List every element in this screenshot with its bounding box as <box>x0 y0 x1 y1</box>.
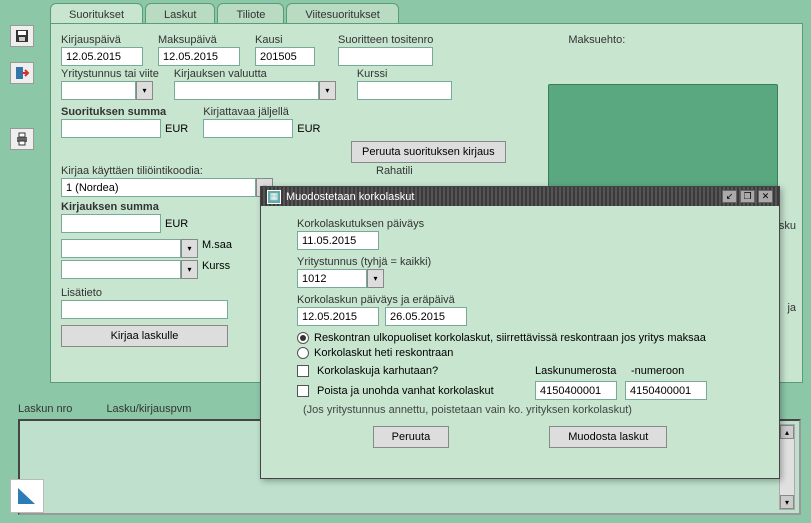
kurss-input[interactable] <box>61 260 181 279</box>
label-ja: ja <box>787 302 796 314</box>
dialog-ok-button[interactable]: Muodosta laskut <box>549 426 667 448</box>
ssuma-input[interactable] <box>61 119 161 138</box>
kirjauspv-input[interactable] <box>61 47 143 66</box>
label-maksuehto: Maksuehto: <box>568 34 625 46</box>
peruuta-kirjaus-button[interactable]: Peruuta suorituksen kirjaus <box>351 141 506 163</box>
scroll-up-icon[interactable]: ▴ <box>780 425 794 439</box>
label-kurss: Kurss <box>202 260 230 279</box>
check-karhutaan-label: Korkolaskuja karhutaan? <box>317 365 527 377</box>
list-scrollbar[interactable]: ▴ ▾ <box>779 424 795 510</box>
msaa-input[interactable] <box>61 239 181 258</box>
label-to: -numeroon <box>631 365 684 377</box>
kirjaa-laskulle-button[interactable]: Kirjaa laskulle <box>61 325 228 347</box>
epv-input[interactable] <box>385 307 467 326</box>
yt-dropdown[interactable]: ▾ <box>367 269 384 288</box>
maksuehto-panel <box>548 84 778 194</box>
check-poista-label: Poista ja unohda vanhat korkolaskut <box>317 385 527 397</box>
to-input[interactable] <box>625 381 707 400</box>
radio-heti-label: Korkolaskut heti reskontraan <box>314 347 453 359</box>
tositenro-input[interactable] <box>338 47 433 66</box>
kurss-dropdown[interactable]: ▾ <box>181 260 198 279</box>
label-kirjauspv: Kirjauspäivä <box>61 34 143 46</box>
label-maksupv: Maksupäivä <box>158 34 240 46</box>
dialog-cancel-button[interactable]: Peruuta <box>373 426 450 448</box>
klpv-input[interactable] <box>297 231 379 250</box>
kja-input[interactable] <box>203 119 293 138</box>
label-kja: Kirjattavaa jäljellä <box>203 106 320 118</box>
dialog-close-icon[interactable]: ✕ <box>758 190 773 203</box>
label-kval: Kirjauksen valuutta <box>174 68 336 80</box>
dialog-hint: (Jos yritystunnus annettu, poistetaan va… <box>303 404 743 416</box>
label-kurssi: Kurssi <box>357 68 452 80</box>
save-icon[interactable] <box>10 25 34 47</box>
maksupv-input[interactable] <box>158 47 240 66</box>
label-tositenro: Suoritteen tositenro <box>338 34 433 46</box>
msaa-dropdown[interactable]: ▾ <box>181 239 198 258</box>
col-laskun-nro: Laskun nro <box>18 403 72 415</box>
label-ssuma: Suorituksen summa <box>61 106 188 118</box>
kurssi-input[interactable] <box>357 81 452 100</box>
label-ksuma: Kirjauksen summa <box>61 201 188 213</box>
eur-2: EUR <box>297 123 320 135</box>
label-from: Laskunumerosta <box>535 365 623 377</box>
label-tilikoodi: Kirjaa käyttäen tiliöintikoodia: <box>61 165 281 177</box>
scroll-down-icon[interactable]: ▾ <box>780 495 794 509</box>
label-klpv: Korkolaskutuksen päiväys <box>297 218 743 230</box>
radio-ulkopuoliset-label: Reskontran ulkopuoliset korkolaskut, sii… <box>314 332 706 344</box>
dialog-restore-icon[interactable]: ❐ <box>740 190 755 203</box>
radio-ulkopuoliset[interactable] <box>297 332 309 344</box>
print-icon[interactable] <box>10 128 34 150</box>
ytv-dropdown[interactable]: ▾ <box>136 81 153 100</box>
label-lisat: Lisätieto <box>61 287 228 299</box>
yt-input[interactable] <box>297 269 367 288</box>
label-yt: Yritystunnus (tyhjä = kaikki) <box>297 256 743 268</box>
app-logo-icon <box>10 479 44 513</box>
label-kpe: Korkolaskun päiväys ja eräpäivä <box>297 294 743 306</box>
radio-heti[interactable] <box>297 347 309 359</box>
label-kausi: Kausi <box>255 34 315 46</box>
label-rahatili: Rahatili <box>376 165 413 177</box>
check-poista[interactable] <box>297 385 309 397</box>
ksuma-input[interactable] <box>61 214 161 233</box>
korkolaskut-dialog: ▦ Muodostetaan korkolaskut ↙ ❐ ✕ Korkola… <box>260 186 780 479</box>
col-lasku-kirjauspvm: Lasku/kirjauspvm <box>106 403 191 415</box>
from-input[interactable] <box>535 381 617 400</box>
eur-1: EUR <box>165 123 188 135</box>
exit-icon[interactable] <box>10 62 34 84</box>
ytv-input[interactable] <box>61 81 136 100</box>
dialog-title: Muodostetaan korkolaskut <box>286 191 414 203</box>
kpv-input[interactable] <box>297 307 379 326</box>
dialog-minimize-icon[interactable]: ↙ <box>722 190 737 203</box>
label-ytv: Yritystunnus tai viite <box>61 68 159 80</box>
kval-input[interactable] <box>174 81 319 100</box>
label-msaa: M.saa <box>202 239 232 258</box>
check-karhutaan[interactable] <box>297 365 309 377</box>
lisat-input[interactable] <box>61 300 228 319</box>
kval-dropdown[interactable]: ▾ <box>319 81 336 100</box>
dialog-icon: ▦ <box>267 190 281 204</box>
kausi-input[interactable] <box>255 47 315 66</box>
eur-3: EUR <box>165 218 188 230</box>
tilikoodi-input[interactable] <box>61 178 256 197</box>
label-sku: sku <box>779 220 796 232</box>
